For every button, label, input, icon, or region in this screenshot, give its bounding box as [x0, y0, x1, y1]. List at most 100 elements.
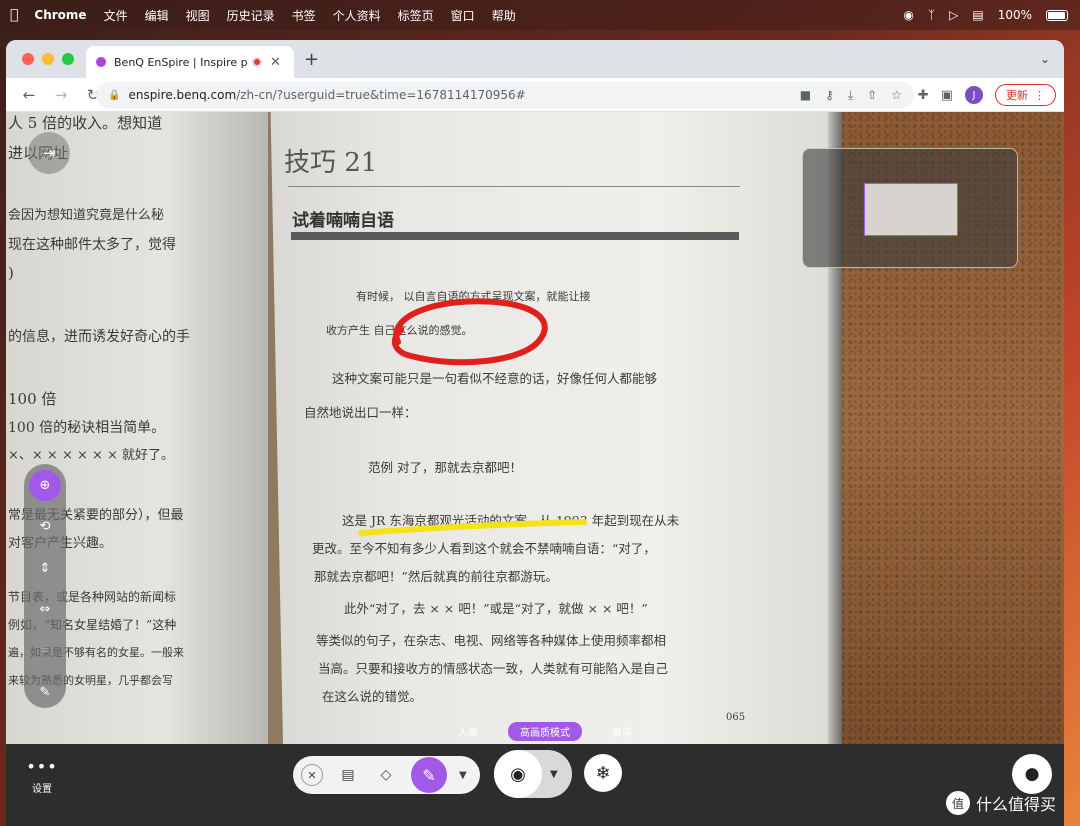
- red-circle-annotation: [391, 298, 548, 366]
- browser-window: BenQ EnSpire | Inspire peo ✕ + ⌄ ← → ↻ 🔒…: [6, 40, 1064, 826]
- recording-indicator-icon: [252, 57, 262, 67]
- capture-options-caret-icon[interactable]: ▼: [550, 769, 558, 780]
- menu-tabs[interactable]: 标签页: [398, 7, 434, 24]
- watermark-logo: 值: [946, 791, 970, 815]
- more-dots-icon: •••: [26, 757, 58, 776]
- url-path: /zh-cn/?userguid=true&time=1678114170956…: [236, 88, 526, 102]
- minimize-window-button[interactable]: [42, 53, 54, 65]
- battery-percentage: 100%: [997, 8, 1032, 22]
- close-window-button[interactable]: [22, 53, 34, 65]
- save-icon: ▤: [341, 767, 355, 783]
- pencil-icon: ✎: [39, 684, 51, 700]
- mode-high-quality[interactable]: 高画质模式: [508, 721, 582, 741]
- battery-icon[interactable]: [1046, 9, 1068, 21]
- forward-arrow-icon[interactable]: →: [52, 86, 70, 104]
- bookmark-star-icon[interactable]: ☆: [891, 88, 902, 102]
- capture-group: ◉ ▼: [494, 750, 572, 798]
- profile-avatar[interactable]: J: [965, 86, 983, 104]
- address-bar[interactable]: 🔒 enspire.benq.com/zh-cn/?userguid=true&…: [96, 82, 914, 108]
- mode-presentation[interactable]: 展演: [600, 722, 644, 741]
- zoom-preview-panel[interactable]: [802, 148, 1018, 268]
- share-icon[interactable]: ⇧: [867, 88, 877, 102]
- update-button[interactable]: 更新 ⋮: [995, 84, 1056, 106]
- menu-file[interactable]: 文件: [104, 7, 128, 24]
- eraser-button[interactable]: ◇: [373, 762, 399, 788]
- play-icon[interactable]: ▷: [949, 8, 958, 22]
- close-icon: ✕: [307, 768, 317, 782]
- microphone-icon: ●: [1024, 764, 1040, 784]
- rotate-button[interactable]: ⟲: [29, 511, 61, 542]
- tab-title: BenQ EnSpire | Inspire peo: [114, 55, 248, 69]
- crop-button[interactable]: ⌗: [29, 635, 61, 666]
- bluetooth-icon[interactable]: ᛉ: [928, 8, 935, 22]
- pencil-button[interactable]: ✎: [29, 677, 61, 708]
- wechat-icon[interactable]: ◉: [903, 8, 913, 22]
- crop-icon: ⌗: [41, 643, 49, 659]
- new-tab-icon[interactable]: +: [304, 49, 319, 70]
- flip-horizontal-icon: ⇔: [39, 602, 51, 618]
- settings-label: 设置: [32, 784, 52, 795]
- bottom-control-bar: ••• 设置 ✕ ▤ ◇ ✎ ▼ ◉ ▼ ❄ ●: [6, 744, 1064, 826]
- flip-vertical-icon: ⇕: [39, 560, 51, 576]
- settings-button[interactable]: ••• 设置: [26, 757, 58, 796]
- zoom-in-icon: ⊕: [39, 478, 51, 494]
- camera-icon: ◉: [510, 763, 526, 785]
- snowflake-icon: ❄: [595, 762, 611, 784]
- tab-search-chevron-icon[interactable]: ⌄: [1040, 52, 1050, 66]
- menu-history[interactable]: 历史记录: [227, 7, 275, 24]
- side-panel-icon[interactable]: ▣: [941, 88, 953, 103]
- menu-app-name[interactable]: Chrome: [34, 8, 86, 22]
- snapshot-button[interactable]: ◉: [494, 750, 542, 798]
- exit-fullscreen-button[interactable]: ⇥: [28, 132, 70, 174]
- toolbar-right-actions: ✚ ▣ J 更新 ⋮: [918, 83, 1056, 107]
- menubar-status-area: ◉ ᛉ ▷ ▤ 100%: [903, 0, 1068, 30]
- app-status-icon[interactable]: ▤: [972, 8, 983, 22]
- zoom-viewport-rect[interactable]: [864, 183, 958, 236]
- rotate-icon: ⟲: [39, 519, 51, 535]
- install-app-icon[interactable]: ⤓: [848, 88, 853, 103]
- apple-menu-icon[interactable]: : [10, 7, 18, 23]
- site-favicon-icon: [96, 57, 106, 67]
- macos-menubar:  Chrome 文件 编辑 视图 历史记录 书签 个人资料 标签页 窗口 帮助…: [0, 0, 1080, 30]
- update-button-label: 更新: [1006, 89, 1028, 102]
- sign-in-arrow-icon: ⇥: [42, 144, 56, 162]
- menu-view[interactable]: 视图: [186, 7, 210, 24]
- clear-annotations-button[interactable]: ✕: [301, 764, 323, 786]
- browser-tab-active[interactable]: BenQ EnSpire | Inspire peo ✕: [86, 46, 294, 78]
- pen-button[interactable]: ✎: [411, 757, 447, 793]
- freeze-button[interactable]: ❄: [584, 754, 622, 792]
- menu-help[interactable]: 帮助: [492, 7, 516, 24]
- menu-window[interactable]: 窗口: [451, 7, 475, 24]
- zoom-window-button[interactable]: [62, 53, 74, 65]
- close-tab-icon[interactable]: ✕: [270, 55, 281, 70]
- password-key-icon[interactable]: ⚷: [825, 88, 834, 102]
- mode-switcher: 人像 高画质模式 展演: [446, 721, 644, 741]
- tab-strip: BenQ EnSpire | Inspire peo ✕ + ⌄: [6, 40, 1064, 78]
- flip-vertical-button[interactable]: ⇕: [29, 553, 61, 584]
- yellow-underline-annotation: [358, 519, 587, 536]
- save-button[interactable]: ▤: [335, 762, 361, 788]
- site-info-lock-icon[interactable]: 🔒: [108, 90, 120, 101]
- microphone-button[interactable]: ●: [1012, 754, 1052, 794]
- address-bar-icons: ■ ⚷ ⤓ ⇧ ☆: [800, 82, 902, 108]
- eraser-icon: ◇: [380, 767, 392, 783]
- watermark-text: 什么值得买: [976, 795, 1057, 814]
- pen-options-caret-icon[interactable]: ▼: [459, 770, 467, 781]
- url-host: enspire.benq.com: [128, 88, 237, 102]
- site-watermark: 值 什么值得买: [946, 790, 1076, 816]
- menu-profiles[interactable]: 个人资料: [333, 7, 381, 24]
- camera-feed[interactable]: 人 5 倍的收入。想知道 进以网址 会因为想知道究竟是什么秘 现在这种邮件太多了…: [6, 112, 1064, 744]
- menu-edit[interactable]: 编辑: [145, 7, 169, 24]
- zoom-in-button[interactable]: ⊕: [29, 470, 61, 502]
- extensions-puzzle-icon[interactable]: ✚: [918, 88, 929, 103]
- pen-icon: ✎: [422, 765, 436, 785]
- browser-toolbar: ← → ↻ 🔒 enspire.benq.com/zh-cn/?userguid…: [6, 78, 1064, 112]
- back-arrow-icon[interactable]: ←: [20, 86, 38, 104]
- menu-bookmarks[interactable]: 书签: [292, 7, 316, 24]
- annotation-tool-group: ✕ ▤ ◇ ✎ ▼: [293, 756, 480, 794]
- side-toolbar: ⊕ ⟲ ⇕ ⇔ ⌗ ✎: [24, 464, 66, 708]
- flip-horizontal-button[interactable]: ⇔: [29, 594, 61, 625]
- camera-in-use-icon[interactable]: ■: [800, 88, 811, 102]
- more-menu-icon: ⋮: [1034, 88, 1045, 102]
- mode-portrait[interactable]: 人像: [446, 722, 490, 741]
